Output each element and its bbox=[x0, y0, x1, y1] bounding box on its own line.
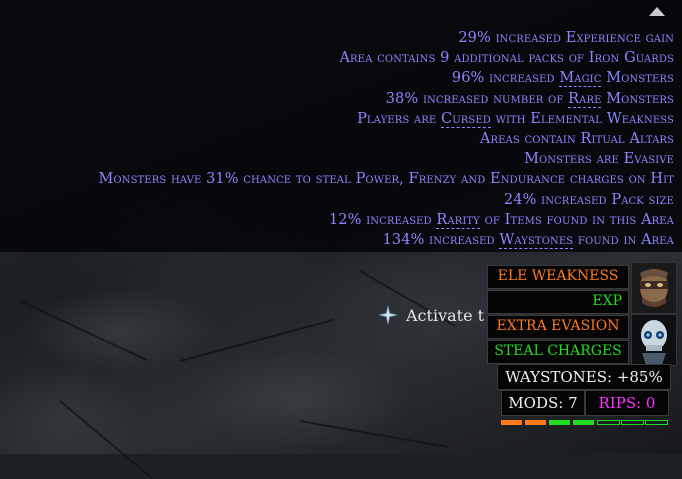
progress-segment bbox=[621, 420, 644, 425]
mod-list: 29% increased Experience gain Area conta… bbox=[98, 28, 674, 250]
progress-segment bbox=[549, 420, 570, 425]
keyword-waystones[interactable]: Waystones bbox=[499, 232, 574, 250]
rock-crack bbox=[179, 318, 335, 362]
boss-portrait-avatar bbox=[631, 262, 677, 314]
rips-counter: RIPS: 0 bbox=[585, 390, 669, 416]
mod-line: 96% increased Magic Monsters bbox=[451, 70, 674, 88]
warning-ele-weakness: ELE WEAKNESS bbox=[487, 265, 629, 289]
mod-line: Monsters are Evasive bbox=[524, 151, 674, 168]
mod-line: 29% increased Experience gain bbox=[458, 30, 674, 46]
progress-segment bbox=[597, 420, 620, 425]
warning-extra-evasion: EXTRA EVASION bbox=[487, 315, 629, 339]
activate-text: Activate t bbox=[406, 305, 485, 325]
keyword-rarity[interactable]: Rarity bbox=[436, 211, 480, 229]
mod-line: 24% increased Pack size bbox=[503, 191, 674, 208]
mod-line: Monsters have 31% chance to steal Power,… bbox=[98, 171, 674, 188]
keyword-magic[interactable]: Magic bbox=[559, 70, 602, 88]
warning-exp: EXP bbox=[487, 290, 629, 314]
map-mods-tooltip: 29% increased Experience gain Area conta… bbox=[0, 0, 682, 252]
rock-crack bbox=[19, 300, 148, 362]
mod-line: 38% increased number of Rare Monsters bbox=[385, 90, 674, 108]
mods-counter: MODS: 7 bbox=[501, 390, 585, 416]
progress-segment bbox=[501, 420, 522, 425]
progress-segment bbox=[645, 420, 668, 425]
mod-line: 12% increased Rarity of Items found in t… bbox=[328, 211, 674, 229]
progress-segment bbox=[573, 420, 594, 425]
waystones-counter: WAYSTONES: +85% bbox=[497, 364, 671, 390]
rock-crack bbox=[59, 400, 153, 479]
keyword-rare[interactable]: Rare bbox=[568, 90, 602, 108]
warning-steal-charges: STEAL CHARGES bbox=[487, 340, 629, 364]
rock-crack bbox=[299, 420, 448, 449]
keyword-cursed[interactable]: Cursed bbox=[441, 110, 491, 128]
mod-line: Areas contain Ritual Altars bbox=[479, 131, 674, 148]
skull-avatar bbox=[631, 314, 677, 366]
sparkle-icon bbox=[378, 305, 398, 325]
progress-segment bbox=[525, 420, 546, 425]
masked-head-icon bbox=[632, 263, 676, 313]
mod-line: 134% increased Waystones found in Area bbox=[382, 232, 674, 250]
mod-line: Area contains 9 additional packs of Iron… bbox=[339, 50, 674, 67]
skull-icon bbox=[632, 315, 676, 365]
collapse-arrow-icon[interactable] bbox=[649, 7, 665, 16]
mod-line: Players are Cursed with Elemental Weakne… bbox=[357, 110, 674, 128]
activate-prompt[interactable]: Activate t bbox=[378, 303, 484, 327]
